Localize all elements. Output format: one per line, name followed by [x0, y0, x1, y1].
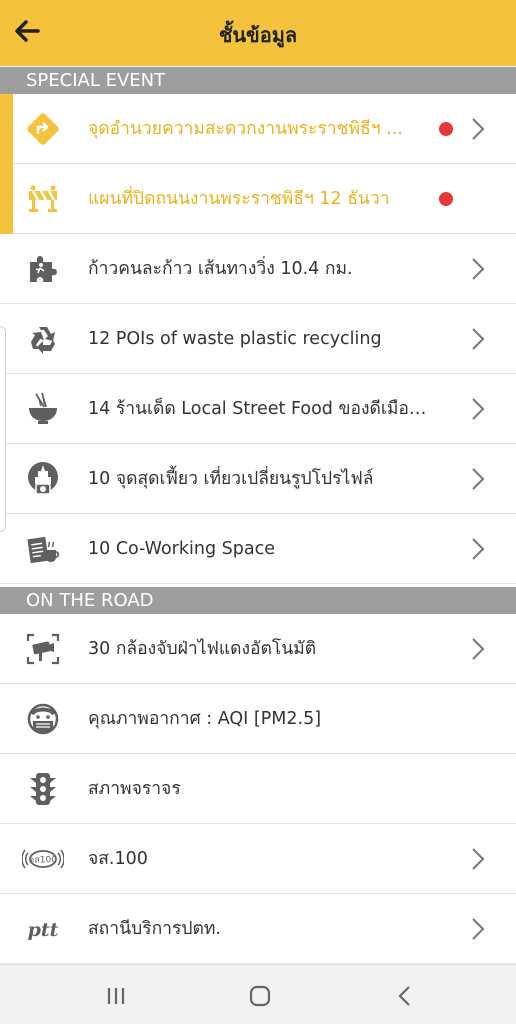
layer-item-label: 12 POIs of waste plastic recycling	[88, 329, 382, 349]
new-badge-dot	[439, 122, 453, 136]
chevron-right-icon	[472, 328, 485, 350]
layer-item-label: สถานีบริการปตท.	[88, 919, 221, 939]
layer-item-label: สภาพจราจร	[88, 779, 181, 799]
layer-item-label: 10 จุดสุดเฟี้ยว เที่ยวเปลี่ยนรูปโปรไฟล์	[88, 469, 374, 489]
page-title: ชั้นข้อมูล	[218, 23, 298, 47]
noodle-bowl-icon	[29, 392, 57, 424]
layer-item-label: ก้าวคนละก้าว เส้นทางวิ่ง 10.4 กม.	[88, 259, 353, 279]
ptt-logo-text: ptt	[28, 919, 59, 941]
layer-item-label: จส.100	[88, 849, 148, 869]
js100-logo-text: จส100	[29, 856, 57, 866]
camera-landmark-icon	[28, 462, 58, 495]
layer-item-running-route[interactable]: ก้าวคนละก้าว เส้นทางวิ่ง 10.4 กม.	[0, 234, 516, 304]
layer-item-js100[interactable]: จส100 จส.100	[0, 824, 516, 894]
layer-item-label: 30 กล้องจับฝ่าไฟแดงอัตโนมัติ	[88, 639, 317, 659]
layer-item-label: คุณภาพอากาศ : AQI [PM2.5]	[88, 709, 322, 729]
face-mask-icon	[27, 703, 59, 735]
chevron-right-icon	[472, 258, 485, 280]
section-header-on-the-road: ON THE ROAD	[0, 587, 516, 614]
recycle-icon	[31, 327, 55, 354]
puzzle-runner-icon	[30, 256, 57, 282]
app-bar: ชั้นข้อมูล	[0, 0, 516, 66]
traffic-camera-icon	[26, 633, 60, 665]
ptt-logo-icon: ptt	[28, 919, 59, 941]
layer-item-profile-photo-spots[interactable]: 10 จุดสุดเฟี้ยว เที่ยวเปลี่ยนรูปโปรไฟล์	[0, 444, 516, 514]
layer-item-ceremony-facilities[interactable]: จุดอำนวยความสะดวกงานพระราชพิธีฯ ...	[0, 94, 516, 164]
layer-item-red-light-cameras[interactable]: 30 กล้องจับฝ่าไฟแดงอัตโนมัติ	[0, 614, 516, 684]
chevron-right-icon	[472, 398, 485, 420]
layer-item-road-closure-map[interactable]: แผนที่ปิดถนนงานพระราชพิธีฯ 12 ธันวา	[0, 164, 516, 234]
system-navigation-bar	[0, 964, 516, 1024]
layer-item-air-quality[interactable]: คุณภาพอากาศ : AQI [PM2.5]	[0, 684, 516, 754]
diamond-sign-icon	[27, 113, 59, 145]
layer-item-plastic-recycling[interactable]: 12 POIs of waste plastic recycling	[0, 304, 516, 374]
recent-apps-icon[interactable]	[101, 981, 131, 1011]
section-header-special-event: SPECIAL EVENT	[0, 67, 516, 94]
system-back-icon[interactable]	[390, 981, 420, 1011]
layer-item-ptt-stations[interactable]: ptt สถานีบริการปตท.	[0, 894, 516, 964]
chevron-right-icon	[472, 538, 485, 560]
layer-item-coworking-space[interactable]: 10 Co-Working Space	[0, 514, 516, 584]
road-barrier-icon	[29, 185, 57, 212]
traffic-light-icon	[30, 773, 56, 805]
js100-logo-icon: จส100	[22, 849, 64, 869]
layer-item-label: จุดอำนวยความสะดวกงานพระราชพิธีฯ ...	[88, 119, 403, 139]
drawer-handle[interactable]	[0, 326, 6, 532]
selected-indicator	[0, 94, 13, 164]
layer-item-label: แผนที่ปิดถนนงานพระราชพิธีฯ 12 ธันวา	[88, 189, 390, 209]
layer-item-label: 14 ร้านเด็ด Local Street Food ของดีเมือง…	[88, 399, 433, 419]
coworking-icon	[27, 536, 60, 564]
layer-item-traffic-conditions[interactable]: สภาพจราจร	[0, 754, 516, 824]
chevron-right-icon	[472, 638, 485, 660]
layer-item-label: 10 Co-Working Space	[88, 539, 275, 559]
chevron-right-icon	[472, 848, 485, 870]
chevron-right-icon	[472, 918, 485, 940]
selected-indicator	[0, 164, 13, 234]
new-badge-dot	[439, 192, 453, 206]
chevron-right-icon	[472, 468, 485, 490]
chevron-right-icon	[472, 118, 485, 140]
layer-item-street-food[interactable]: 14 ร้านเด็ด Local Street Food ของดีเมือง…	[0, 374, 516, 444]
home-icon[interactable]	[245, 981, 275, 1011]
